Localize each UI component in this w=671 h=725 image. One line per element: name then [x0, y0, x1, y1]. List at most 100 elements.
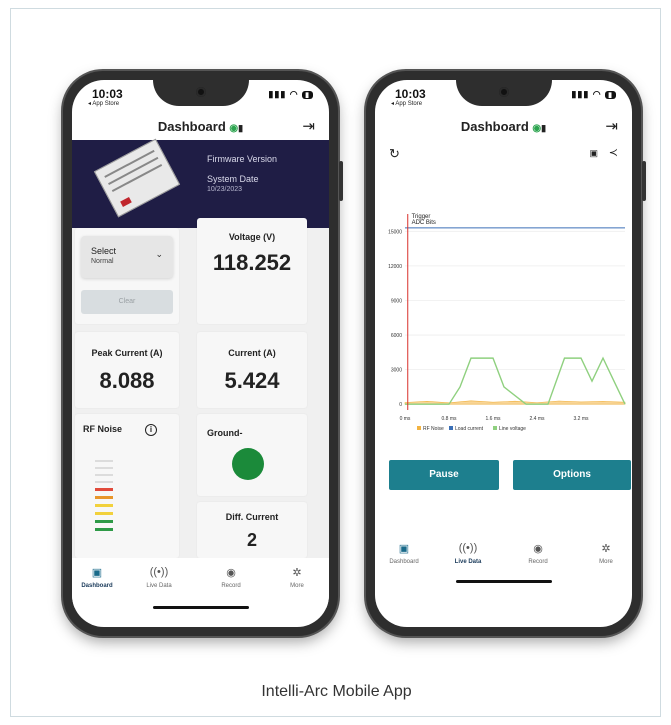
tab-label: More [290, 583, 304, 589]
figure-frame: 10:03 ◂ App Store ▮▮▮ ◠ ▮ Dashboard ◉▮ ⇥… [10, 8, 661, 717]
phone-left: 10:03 ◂ App Store ▮▮▮ ◠ ▮ Dashboard ◉▮ ⇥… [63, 71, 343, 636]
tab-label: Live Data [146, 583, 172, 589]
x-tick-label: 2.4 ms [529, 416, 545, 422]
tab-label: Dashboard [81, 583, 113, 589]
dashboard-icon: ▣ [398, 543, 410, 555]
legend-swatch [449, 426, 453, 430]
camera [498, 87, 509, 97]
dashboard-body: Select Normal ⌄ Clear Voltage (V) 118.25… [72, 218, 329, 558]
share-icon[interactable]: ≺ [609, 146, 618, 159]
chart-annotation: ADC Bits [412, 220, 436, 226]
tab-live-data[interactable]: ((•)) Live Data [443, 542, 493, 565]
notch [152, 80, 249, 106]
ground-card: Ground- [197, 414, 307, 496]
status-icons: ▮▮▮ ◠ ▮ [571, 89, 616, 100]
live-chart-svg: 0 3000 6000 9000 12000 15000 0 ms 0.8 ms 1.6 ms 2… [388, 214, 626, 432]
logout-icon[interactable]: ⇥ [302, 117, 315, 135]
legend-label: Line voltage [499, 426, 526, 432]
select-label: Select [91, 246, 117, 256]
tab-record[interactable]: ◉ Record [206, 566, 256, 589]
x-tick-label: 0.8 ms [441, 416, 457, 422]
live-data-icon: ((•)) [458, 542, 478, 554]
rf-level-inactive [95, 474, 113, 476]
rf-noise-meter [95, 460, 135, 536]
y-tick-label: 15000 [388, 229, 402, 235]
chevron-down-icon: ⌄ [155, 249, 163, 259]
series-line-voltage [405, 356, 626, 405]
logout-icon[interactable]: ⇥ [605, 117, 618, 135]
current-label: Current (A) [228, 348, 276, 358]
screen-left: 10:03 ◂ App Store ▮▮▮ ◠ ▮ Dashboard ◉▮ ⇥… [72, 80, 329, 627]
record-icon: ◉ [226, 567, 236, 579]
pause-button[interactable]: Pause [389, 460, 499, 490]
notch [455, 80, 552, 106]
tab-dashboard[interactable]: ▣ Dashboard [379, 542, 429, 565]
tab-record[interactable]: ◉ Record [513, 542, 563, 565]
chart-toolbar: ↻ ▣ ≺ [375, 140, 632, 168]
rf-level-inactive [95, 481, 113, 483]
side-button [339, 161, 343, 201]
tab-label: Dashboard [389, 559, 419, 565]
legend-swatch [417, 426, 421, 430]
tab-dashboard[interactable]: ▣ Dashboard [72, 566, 122, 589]
options-button[interactable]: Options [513, 460, 631, 490]
tab-more[interactable]: ✲ More [581, 542, 631, 565]
tab-label: Live Data [454, 559, 482, 565]
figure-caption: Intelli-Arc Mobile App [261, 683, 412, 700]
rf-level-yellow [95, 504, 113, 507]
device-banner: Firmware Version System Date 10/23/2023 [72, 138, 329, 228]
rf-level-red [95, 488, 113, 491]
page-title: Dashboard ◉▮ [157, 119, 244, 134]
camera [195, 87, 206, 97]
app-header: Dashboard ◉▮ ⇥ [375, 114, 632, 140]
phone-right: 10:03 ◂ App Store ▮▮▮ ◠ ▮ Dashboard ◉▮ ⇥… [366, 71, 646, 636]
save-icon[interactable]: ▣ [589, 148, 598, 159]
app-header: Dashboard ◉▮ ⇥ [72, 114, 329, 140]
system-date-value: 10/23/2023 [207, 186, 243, 193]
back-to-app-store-link[interactable]: ◂ App Store [88, 100, 119, 107]
voltage-value: 118.252 [212, 250, 292, 275]
legend-label: RF Noise [423, 426, 444, 432]
legend-label: Load current [455, 426, 484, 432]
battery-small-icon: ▮ [238, 123, 244, 133]
page-title: Dashboard ◉▮ [460, 119, 547, 134]
y-tick-label: 6000 [391, 333, 402, 339]
tab-live-data[interactable]: ((•)) Live Data [134, 566, 184, 589]
clear-button[interactable]: Clear [81, 290, 173, 314]
info-icon[interactable]: i [145, 424, 157, 436]
x-tick-label: 3.2 ms [573, 416, 589, 422]
peak-current-label: Peak Current (A) [91, 348, 163, 358]
rf-level-orange [95, 496, 113, 499]
tab-bar: ▣ Dashboard ((•)) Live Data ◉ Record ✲ M… [375, 534, 632, 584]
status-time: 10:03 [395, 87, 426, 101]
system-date-label: System Date [207, 174, 259, 184]
y-tick-label: 0 [399, 402, 402, 408]
tab-bar: ▣ Dashboard ((•)) Live Data ◉ Record ✲ M… [72, 558, 329, 608]
live-chart: 0 3000 6000 9000 12000 15000 0 ms 0.8 ms 1.6 ms 2… [375, 210, 632, 450]
mode-select[interactable]: Select Normal ⌄ [81, 236, 173, 278]
y-tick-label: 12000 [388, 264, 402, 270]
rf-level-inactive [95, 467, 113, 469]
tab-more[interactable]: ✲ More [272, 566, 322, 589]
x-tick-label: 0 ms [400, 416, 411, 422]
y-tick-label: 9000 [391, 298, 402, 304]
select-value: Normal [91, 258, 114, 265]
status-icons: ▮▮▮ ◠ ▮ [268, 89, 313, 100]
rf-noise-label: RF Noise [83, 424, 123, 434]
rf-level-yellow [95, 512, 113, 515]
gear-icon: ✲ [292, 567, 302, 579]
x-tick-label: 1.6 ms [485, 416, 501, 422]
home-indicator [152, 606, 249, 609]
diff-current-value: 2 [246, 530, 257, 550]
rf-level-green [95, 520, 113, 523]
back-to-app-store-link[interactable]: ◂ App Store [391, 100, 422, 107]
refresh-icon[interactable]: ↻ [389, 146, 400, 162]
rf-noise-card: RF Noise i [75, 414, 179, 558]
tab-label: Record [528, 559, 548, 565]
select-card: Select Normal ⌄ Clear [75, 228, 179, 324]
ground-label: Ground- [207, 428, 243, 438]
voltage-card: Voltage (V) 118.252 [197, 218, 307, 324]
current-value: 5.424 [224, 368, 280, 393]
battery-icon: ▮ [605, 91, 616, 99]
tab-label: More [599, 559, 613, 565]
